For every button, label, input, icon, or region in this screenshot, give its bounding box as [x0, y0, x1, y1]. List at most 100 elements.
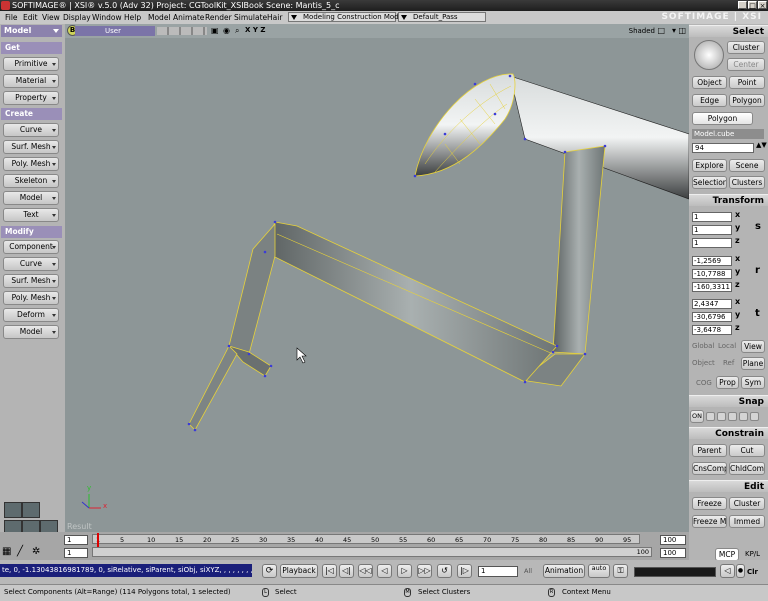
- create-model-button[interactable]: Model: [3, 191, 59, 205]
- tool-icon[interactable]: ✲: [32, 546, 40, 557]
- brush-icon[interactable]: ╱: [17, 546, 23, 557]
- translation-x-field[interactable]: 2,4347: [692, 299, 732, 309]
- grid-icon[interactable]: ▦: [2, 546, 11, 557]
- immed-button[interactable]: Immed: [729, 515, 765, 528]
- freeze-m-button[interactable]: Freeze M: [692, 515, 727, 528]
- timeline-ruler[interactable]: 1 5 10 15 20 25 30 35 40 45 50 55 60 65 …: [92, 534, 640, 544]
- cog-toggle[interactable]: COG: [696, 379, 712, 387]
- plane-toggle[interactable]: Plane: [741, 357, 765, 370]
- timeline-start-field[interactable]: 1: [64, 535, 88, 545]
- toe-segment[interactable]: [188, 345, 238, 431]
- translation-y-field[interactable]: -30,6796: [692, 312, 732, 322]
- front-leg-segment[interactable]: [228, 222, 276, 355]
- menu-view[interactable]: View: [42, 11, 60, 24]
- modify-poly-mesh-button[interactable]: Poly. Mesh: [3, 291, 59, 305]
- local-toggle[interactable]: Local: [718, 342, 736, 350]
- polygon-button[interactable]: Polygon: [729, 94, 765, 107]
- edit-header[interactable]: Edit: [689, 480, 768, 492]
- scale-y-field[interactable]: 1: [692, 225, 732, 235]
- selection-name-field[interactable]: Model.cube: [692, 129, 764, 139]
- modify-curve-button[interactable]: Curve: [3, 257, 59, 271]
- modify-component-button[interactable]: Component: [3, 240, 59, 254]
- cnscomp-button[interactable]: CnsComp: [692, 462, 727, 475]
- get-primitive-button[interactable]: Primitive: [3, 57, 59, 71]
- create-skeleton-button[interactable]: Skeleton: [3, 174, 59, 188]
- menu-file[interactable]: File: [5, 11, 18, 24]
- cluster-button[interactable]: Cluster: [727, 41, 765, 54]
- set-key-icon[interactable]: ●: [736, 564, 745, 578]
- menu-animate[interactable]: Animate: [173, 11, 204, 24]
- rotation-x-field[interactable]: -1,2569: [692, 256, 732, 266]
- create-poly-mesh-button[interactable]: Poly. Mesh: [3, 157, 59, 171]
- edit-cluster-button[interactable]: Cluster: [729, 497, 765, 510]
- scale-x-field[interactable]: 1: [692, 212, 732, 222]
- parent-button[interactable]: Parent: [692, 444, 727, 457]
- command-line-input[interactable]: te, 0, -1.13043816981789, 0, siRelative,…: [0, 564, 252, 577]
- object-ref-toggle[interactable]: Object: [692, 359, 715, 367]
- translation-z-field[interactable]: -3,6478: [692, 325, 732, 335]
- get-material-button[interactable]: Material: [3, 74, 59, 88]
- snap-options-icon[interactable]: [750, 412, 759, 421]
- rotate-tool-button[interactable]: r: [755, 265, 760, 276]
- menu-help[interactable]: Help: [124, 11, 141, 24]
- snap-surface-icon[interactable]: [739, 412, 748, 421]
- upper-leg[interactable]: [552, 145, 606, 355]
- select-header[interactable]: Select: [689, 25, 768, 37]
- timeline-current-field[interactable]: 1: [64, 548, 88, 558]
- point-button[interactable]: Point: [729, 76, 765, 89]
- scale-tool-button[interactable]: s: [755, 221, 761, 232]
- object-button[interactable]: Object: [692, 76, 727, 89]
- menu-simulate[interactable]: Simulate: [234, 11, 267, 24]
- freeze-button[interactable]: Freeze: [692, 497, 727, 510]
- edge-button[interactable]: Edge: [692, 94, 727, 107]
- timeline-end2-field[interactable]: 100: [660, 548, 686, 558]
- clear-key-button[interactable]: Clr: [747, 568, 758, 576]
- viewport[interactable]: B User ▣ ◉ ⌕ X Y Z Shaded □ ▾ ◫ y x Resu…: [65, 24, 689, 532]
- animation-menu-button[interactable]: Animation: [543, 564, 585, 578]
- transform-header[interactable]: Transform: [689, 194, 768, 206]
- script-editor-icon[interactable]: ⟳: [262, 564, 277, 578]
- create-surf-mesh-button[interactable]: Surf. Mesh: [3, 140, 59, 154]
- polygon-active-button[interactable]: Polygon: [692, 112, 753, 125]
- snap-grid-icon[interactable]: [728, 412, 737, 421]
- snap-point-icon[interactable]: [706, 412, 715, 421]
- playhead[interactable]: [97, 533, 99, 547]
- rewind-button[interactable]: ◁◁: [358, 564, 373, 578]
- close-button[interactable]: ×: [758, 1, 767, 10]
- get-property-button[interactable]: Property: [3, 91, 59, 105]
- view-toggle[interactable]: View: [741, 340, 765, 353]
- key-icon[interactable]: ⚿: [613, 564, 628, 578]
- create-header[interactable]: Create: [1, 108, 62, 120]
- create-text-button[interactable]: Text: [3, 208, 59, 222]
- snap-on-toggle[interactable]: ON: [690, 410, 704, 423]
- layout-icon[interactable]: [4, 502, 22, 518]
- scene-button[interactable]: Scene: [729, 159, 765, 172]
- menu-hair[interactable]: Hair: [267, 11, 282, 24]
- select-arrow-icon[interactable]: [694, 40, 724, 70]
- snap-curve-icon[interactable]: [717, 412, 726, 421]
- all-label[interactable]: All: [524, 567, 532, 575]
- scale-z-field[interactable]: 1: [692, 238, 732, 248]
- selection-count-field[interactable]: 94: [692, 143, 754, 153]
- cut-button[interactable]: Cut: [729, 444, 765, 457]
- chldcomp-button[interactable]: ChldComp: [729, 462, 765, 475]
- selection-button[interactable]: Selection: [692, 176, 727, 189]
- explore-button[interactable]: Explore: [692, 159, 727, 172]
- menu-display[interactable]: Display: [63, 11, 91, 24]
- prop-button[interactable]: Prop: [716, 376, 739, 389]
- modify-header[interactable]: Modify: [1, 226, 62, 238]
- minimize-button[interactable]: _: [738, 1, 747, 10]
- get-header[interactable]: Get: [1, 42, 62, 54]
- previous-key-icon[interactable]: ◁: [720, 564, 735, 578]
- pass-dropdown[interactable]: Default_Pass: [398, 12, 486, 22]
- menu-model[interactable]: Model: [148, 11, 171, 24]
- rotation-z-field[interactable]: -160,3311: [692, 282, 732, 292]
- ref-toggle[interactable]: Ref: [723, 359, 734, 367]
- play-button[interactable]: ▷: [397, 564, 412, 578]
- next-key-button[interactable]: |▷: [457, 564, 472, 578]
- center-button[interactable]: Center: [727, 58, 765, 71]
- spinner-icon[interactable]: ▲▼: [756, 141, 767, 149]
- menu-render[interactable]: Render: [205, 11, 232, 24]
- modify-surf-mesh-button[interactable]: Surf. Mesh: [3, 274, 59, 288]
- first-frame-button[interactable]: |◁: [322, 564, 337, 578]
